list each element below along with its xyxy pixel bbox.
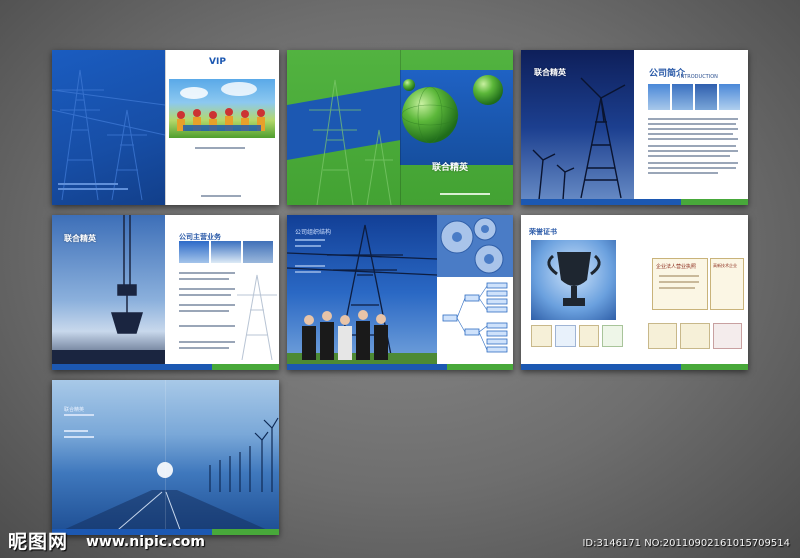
license-title: 企业法人营业执照 <box>656 264 697 270</box>
text-line <box>648 172 718 174</box>
text-line <box>659 281 699 283</box>
text-line <box>179 288 235 290</box>
tower-graphic <box>309 79 393 205</box>
text-line <box>440 193 490 195</box>
text-line <box>58 183 118 185</box>
text-line <box>659 275 699 277</box>
text-line <box>648 162 738 164</box>
business-right-page: 公司主营业务 <box>165 215 279 370</box>
org-chart-graphic <box>442 282 508 353</box>
structure-left-page: 公司组织结构 <box>287 215 437 370</box>
cert-thumbs-right <box>648 323 742 349</box>
text-line <box>648 138 738 140</box>
cover-front-page: VIP <box>165 50 279 205</box>
text-line <box>179 341 235 343</box>
footer-accent <box>212 529 279 535</box>
globe-left-page <box>287 50 400 205</box>
text-line <box>659 287 695 289</box>
text-line <box>648 128 738 130</box>
watermark-url[interactable]: www.nipic.com <box>86 534 205 550</box>
cert-left-page: 荣誉证书 <box>521 215 634 370</box>
intro-left-page: 联合精英 <box>521 50 634 205</box>
spread-globe: 联合精英 <box>287 50 513 205</box>
intro-photos <box>648 84 740 110</box>
spread-business: 联合精英 公司主营业务 <box>52 215 279 370</box>
text-line <box>179 347 229 349</box>
crowd-graphic <box>177 82 265 131</box>
text-line <box>648 155 730 157</box>
cover-logo: VIP <box>209 57 226 67</box>
business-left-page: 联合精英 <box>52 215 165 370</box>
structure-right-page <box>437 215 513 370</box>
text-line <box>648 167 736 169</box>
cert-title: 荣誉证书 <box>529 228 557 236</box>
globe-right-page: 联合精英 <box>400 50 513 205</box>
hightech-title: 高新技术企业 <box>713 263 737 268</box>
gears-icon <box>437 215 513 277</box>
text-line <box>648 145 736 147</box>
trophy-photo <box>531 240 616 320</box>
watermark-image-id: ID:3146171 NO:20110902161015709514 <box>582 538 790 549</box>
trophy-icon <box>547 252 601 306</box>
text-line <box>195 147 245 149</box>
text-line <box>648 150 738 152</box>
text-line <box>179 278 229 280</box>
slogan-a: 联合精英 <box>432 163 469 173</box>
text-line <box>179 294 231 296</box>
intro-right-page: 公司简介 INTRODUCTION <box>634 50 748 205</box>
text-line <box>201 195 241 197</box>
footer-accent <box>681 199 748 205</box>
license-certificate: 企业法人营业执照 <box>652 258 708 310</box>
cover-photo <box>169 79 275 138</box>
tower-graphic <box>52 69 165 201</box>
spread-structure: 公司组织结构 <box>287 215 513 370</box>
slogan: 联合精英 <box>432 160 468 173</box>
text-line <box>179 272 235 274</box>
text-line <box>648 133 733 135</box>
watermark-logo: 昵图网 <box>8 531 69 553</box>
text-line <box>179 325 235 327</box>
text-line <box>179 304 235 306</box>
business-photos <box>179 241 273 263</box>
wind-tower-graphic <box>532 77 626 201</box>
footer-accent <box>447 364 513 370</box>
cover-back-page <box>52 50 165 205</box>
crane-graphic <box>52 215 165 370</box>
text-line <box>648 123 736 125</box>
spread-windfarm: 联合精英 <box>52 380 279 535</box>
business-team <box>297 310 397 360</box>
globe-icon <box>401 75 503 144</box>
tower-graphic <box>237 274 277 360</box>
footer-accent <box>212 364 279 370</box>
text-line <box>58 188 128 190</box>
spine <box>165 380 166 535</box>
intro-title-en: INTRODUCTION <box>679 74 718 80</box>
spread-cover: VIP <box>52 50 279 205</box>
spread-intro: 联合精英 公司简介 INTRODUCTION <box>521 50 748 205</box>
cert-right-page: 企业法人营业执照 高新技术企业 <box>634 215 748 370</box>
hightech-certificate: 高新技术企业 <box>710 258 744 310</box>
cert-thumbs <box>531 325 623 347</box>
text-line <box>179 310 229 312</box>
footer-accent <box>681 364 748 370</box>
spread-certificates: 荣誉证书 企业法人营业执照 高新技术企业 <box>521 215 748 370</box>
spine <box>400 50 401 205</box>
text-line <box>648 118 738 120</box>
spine <box>165 50 166 205</box>
